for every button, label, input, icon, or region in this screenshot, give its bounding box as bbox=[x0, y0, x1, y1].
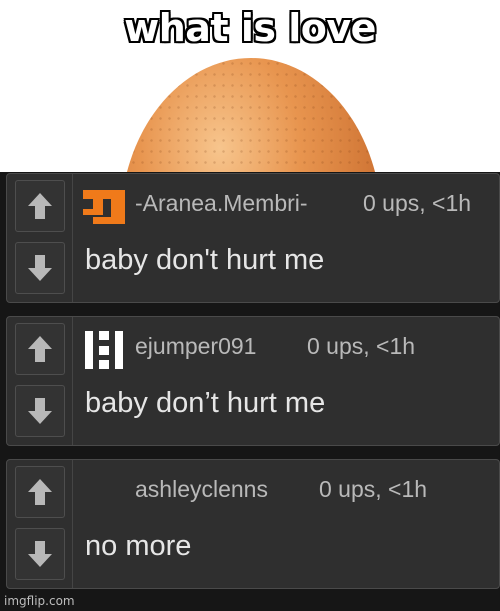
meme-caption: what is love bbox=[124, 6, 376, 50]
down-arrow-icon bbox=[28, 255, 52, 281]
vote-column bbox=[7, 460, 73, 588]
comment-text: no more bbox=[85, 530, 192, 562]
comment-text: baby don’t hurt me bbox=[85, 387, 326, 419]
down-arrow-icon bbox=[28, 541, 52, 567]
comment-text: baby don't hurt me bbox=[85, 244, 325, 276]
down-arrow-icon bbox=[28, 398, 52, 424]
vote-column bbox=[7, 174, 73, 302]
comment-item: ejumper091 0 ups, <1h baby don’t hurt me bbox=[6, 316, 500, 446]
up-arrow-icon bbox=[28, 193, 52, 219]
comment-item: ashleyclenns 0 ups, <1h no more bbox=[6, 459, 500, 589]
downvote-button[interactable] bbox=[15, 528, 65, 580]
downvote-button[interactable] bbox=[15, 242, 65, 294]
comment-item: -Aranea.Membri- 0 ups, <1h baby don't hu… bbox=[6, 173, 500, 303]
comment-score: 0 ups, <1h bbox=[363, 190, 472, 216]
user-avatar[interactable] bbox=[81, 184, 127, 230]
upvote-button[interactable] bbox=[15, 466, 65, 518]
up-arrow-icon bbox=[28, 479, 52, 505]
user-avatar[interactable] bbox=[81, 327, 127, 373]
upvote-button[interactable] bbox=[15, 323, 65, 375]
comment-score: 0 ups, <1h bbox=[307, 333, 416, 359]
comment-author[interactable]: ejumper091 bbox=[135, 333, 256, 360]
vote-column bbox=[7, 317, 73, 445]
egg-image bbox=[120, 58, 382, 172]
up-arrow-icon bbox=[28, 336, 52, 362]
comment-author[interactable]: -Aranea.Membri- bbox=[135, 190, 308, 217]
comment-list: -Aranea.Membri- 0 ups, <1h baby don't hu… bbox=[0, 172, 500, 611]
imgflip-watermark: imgflip.com bbox=[4, 594, 75, 608]
downvote-button[interactable] bbox=[15, 385, 65, 437]
comment-score: 0 ups, <1h bbox=[319, 476, 428, 502]
meme-image: what is love bbox=[0, 0, 500, 172]
upvote-button[interactable] bbox=[15, 180, 65, 232]
white-pixel-avatar-icon bbox=[85, 331, 123, 369]
comment-author[interactable]: ashleyclenns bbox=[135, 476, 268, 503]
orange-pixel-avatar-icon bbox=[83, 190, 125, 224]
